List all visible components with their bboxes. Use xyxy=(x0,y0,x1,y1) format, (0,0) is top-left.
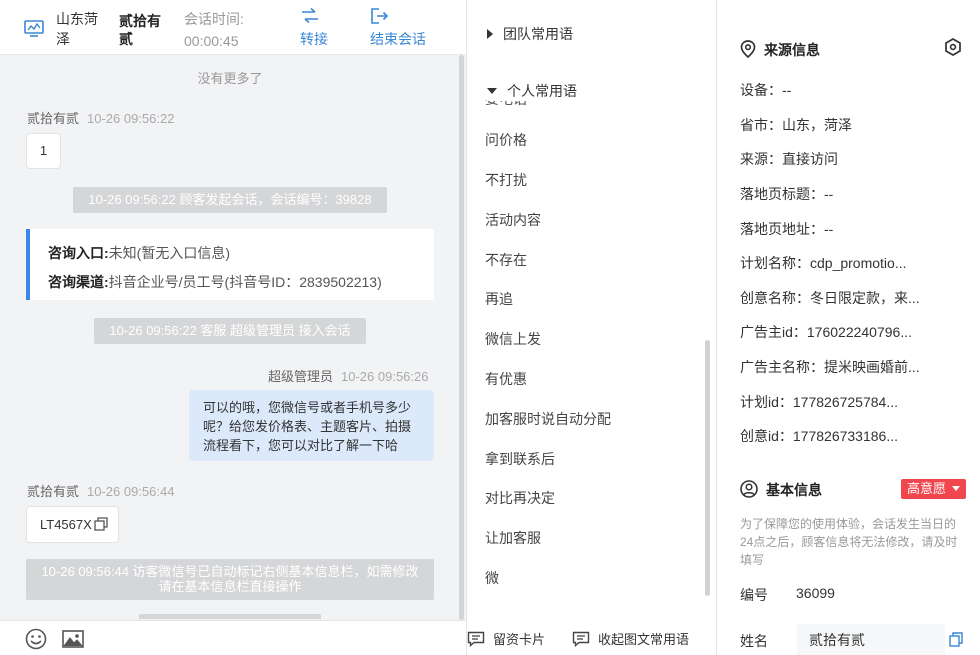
chat-scrollbar[interactable] xyxy=(459,55,464,620)
copy-icon[interactable] xyxy=(949,632,963,647)
phrase-item[interactable]: 微 xyxy=(485,568,499,588)
visitor-location: 山东菏泽 xyxy=(56,11,98,47)
system-message: 10-26 09:56:22 顾客发起会话，会话编号：39828 xyxy=(73,187,387,213)
caret-right-icon xyxy=(487,29,493,39)
source-row-source: 来源：直接访问 xyxy=(740,151,838,167)
visitor-name: 贰拾有贰 xyxy=(119,13,161,47)
session-time-label: 会话时间: xyxy=(184,11,244,27)
system-message: 10-26 09:56:22 客服 超级管理员 接入会话 xyxy=(94,318,366,344)
emoji-icon[interactable] xyxy=(24,628,48,650)
phrase-toolbar: 留资卡片 收起图文常用语 xyxy=(467,620,716,655)
message-time: 10-26 09:56:44 xyxy=(87,484,175,499)
monitor-icon xyxy=(24,20,44,37)
entry-value: 未知(暂无入口信息) xyxy=(108,245,230,261)
team-phrases-group[interactable]: 团队常用语 xyxy=(487,24,573,44)
caret-down-icon xyxy=(951,486,960,491)
image-icon[interactable] xyxy=(61,628,85,650)
leave-card-label: 留资卡片 xyxy=(493,632,546,647)
message-collapse-icon xyxy=(572,631,590,648)
phrase-item[interactable]: 不打扰 xyxy=(485,170,527,190)
message-text: LT4567X xyxy=(40,517,92,532)
phrase-item[interactable]: 不存在 xyxy=(485,250,527,270)
collapse-phrases-button[interactable]: 收起图文常用语 xyxy=(572,629,689,648)
phrase-item[interactable]: 拿到联系后 xyxy=(485,449,555,469)
phrase-list[interactable]: 要电话 问价格 不打扰 活动内容 不存在 再追 微信上发 有优惠 加客服时说自动… xyxy=(467,100,713,600)
channel-label: 咨询渠道: xyxy=(48,274,109,290)
team-phrases-label: 团队常用语 xyxy=(503,26,573,42)
name-label: 姓名 xyxy=(740,633,768,649)
copy-icon[interactable] xyxy=(94,517,108,531)
transfer-label: 转接 xyxy=(300,31,328,47)
transfer-button[interactable]: 转接 xyxy=(300,7,328,49)
phrase-item[interactable]: 问价格 xyxy=(485,130,527,150)
sender-name: 贰拾有贰 xyxy=(27,484,80,499)
exit-icon xyxy=(371,8,389,24)
consult-info-card: 咨询入口:未知(暂无入口信息) 咨询渠道:抖音企业号/员工号(抖音号ID：283… xyxy=(26,229,434,300)
source-row-landing-title: 落地页标题：-- xyxy=(740,186,834,202)
source-info-label: 来源信息 xyxy=(764,42,820,58)
transfer-icon xyxy=(302,7,318,24)
caret-down-icon xyxy=(487,88,497,94)
system-message: 10-26 09:56:44 访客微信号已自动标记右侧基本信息栏，如需修改请在基… xyxy=(26,559,434,600)
source-info-title: 来源信息 xyxy=(740,40,820,60)
edit-deadline-hint: 为了保障您的使用体验，会话发生当日的24点之后，顾客信息将无法修改，请及时填写 xyxy=(740,517,958,567)
message-meta: 贰拾有贰 10-26 09:56:44 xyxy=(27,481,174,500)
chat-toolbar xyxy=(0,620,466,655)
message-card-icon xyxy=(467,631,485,648)
message-meta: 贰拾有贰 10-26 09:56:22 xyxy=(27,108,174,127)
customer-info-panel: 来源信息 设备：-- 省市：山东，菏泽 来源：直接访问 落地页标题：-- 落地页… xyxy=(718,0,980,655)
message-meta: 超级管理员 10-26 09:56:26 xyxy=(268,366,428,385)
chat-panel: 山东菏泽 贰拾有贰 会话时间: 00:00:45 转接 结束会话 没有更多了 贰… xyxy=(0,0,467,655)
phrase-item[interactable]: 加客服时说自动分配 xyxy=(485,409,611,429)
phrase-item[interactable]: 对比再决定 xyxy=(485,488,555,508)
source-row-advertiser-name: 广告主名称：提米映画婚前... xyxy=(740,359,920,375)
no-more-text: 没有更多了 xyxy=(197,71,263,86)
personal-phrases-label: 个人常用语 xyxy=(507,83,577,99)
source-row-creative-name: 创意名称：冬日限定款，来... xyxy=(740,290,920,306)
incoming-message: 1 xyxy=(26,133,61,169)
source-row-device: 设备：-- xyxy=(740,82,792,98)
message-time: 10-26 09:56:26 xyxy=(341,369,429,384)
personal-phrases-group[interactable]: 个人常用语 xyxy=(487,81,707,101)
end-session-button[interactable]: 结束会话 xyxy=(370,7,426,49)
outgoing-message: 可以的哦，您微信号或者手机号多少呢？给您发价格表、主题客片、拍摄流程看下，您可以… xyxy=(189,390,434,461)
phrase-item[interactable]: 微信上发 xyxy=(485,329,541,349)
source-row-creative-id: 创意id：177826733186... xyxy=(740,428,898,444)
location-pin-icon xyxy=(740,40,756,59)
phrase-item[interactable]: 活动内容 xyxy=(485,210,541,230)
user-circle-icon xyxy=(740,480,758,498)
chat-header: 山东菏泽 贰拾有贰 会话时间: 00:00:45 转接 结束会话 xyxy=(0,0,466,55)
basic-info-label: 基本信息 xyxy=(766,482,822,498)
intent-level-value: 高意愿 xyxy=(907,481,947,496)
source-row-plan-id: 计划id：177826725784... xyxy=(740,394,898,410)
message-time: 10-26 09:56:22 xyxy=(87,111,175,126)
intent-level-select[interactable]: 高意愿 xyxy=(901,479,966,499)
source-row-province: 省市：山东，菏泽 xyxy=(740,117,852,133)
entry-label: 咨询入口: xyxy=(48,245,109,261)
incoming-message: LT4567X xyxy=(26,506,119,543)
message-list[interactable]: 没有更多了 贰拾有贰 10-26 09:56:22 1 10-26 09:56:2… xyxy=(0,56,466,619)
end-session-label: 结束会话 xyxy=(370,31,426,47)
sender-name: 超级管理员 xyxy=(268,369,334,384)
phrase-item[interactable]: 让加客服 xyxy=(485,528,541,548)
collapse-phrases-label: 收起图文常用语 xyxy=(598,632,690,647)
phrase-item[interactable]: 再追 xyxy=(485,289,513,309)
channel-value: 抖音企业号/员工号(抖音号ID：2839502213) xyxy=(108,274,382,290)
session-time-value: 00:00:45 xyxy=(184,33,239,49)
phrase-scrollbar[interactable] xyxy=(705,340,710,596)
phrase-item[interactable]: 有优惠 xyxy=(485,369,527,389)
settings-icon[interactable] xyxy=(944,38,962,56)
number-value: 36099 xyxy=(796,585,835,601)
phrase-item[interactable]: 要电话 xyxy=(485,100,527,109)
sender-name: 贰拾有贰 xyxy=(27,111,80,126)
system-message-partial xyxy=(139,614,321,619)
leave-card-button[interactable]: 留资卡片 xyxy=(467,629,545,648)
quick-phrases-panel: 团队常用语 要电话 问价格 不打扰 活动内容 不存在 再追 微信上发 有优惠 加… xyxy=(467,0,717,655)
number-label: 编号 xyxy=(740,587,768,603)
source-row-advertiser-id: 广告主id：176022240796... xyxy=(740,324,912,340)
basic-info-title: 基本信息 xyxy=(740,480,822,500)
source-row-plan-name: 计划名称：cdp_promotio... xyxy=(740,255,907,271)
source-row-landing-url: 落地页地址：-- xyxy=(740,221,834,237)
name-field[interactable] xyxy=(797,624,945,655)
